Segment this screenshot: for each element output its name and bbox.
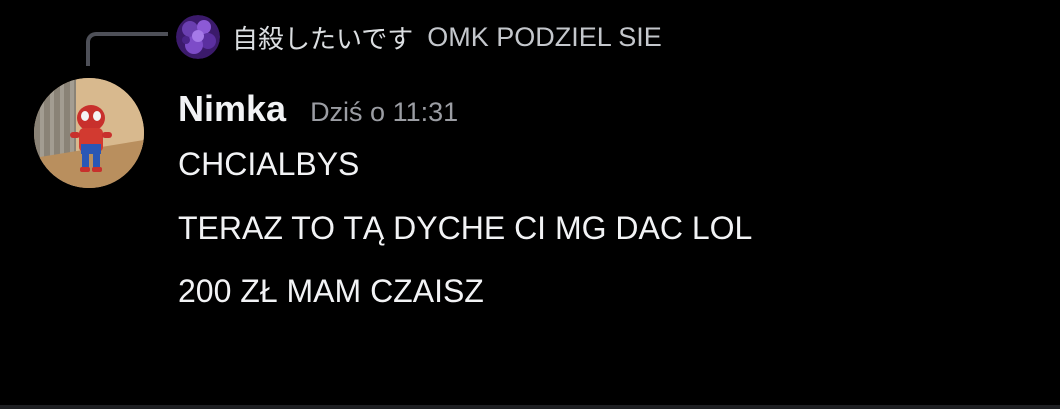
reply-preview[interactable]: 自殺したいです OMK PODZIEL SIE [176,14,662,60]
message-text-line: CHCIALBYS [178,146,360,182]
purple-avatar-icon[interactable] [176,15,220,59]
reply-username[interactable]: 自殺したいです [232,19,413,56]
username[interactable]: Nimka [178,88,286,130]
message-text-line: 200 ZŁ MAM CZAISZ [178,273,484,309]
divider [0,405,1060,409]
chat-message-group: 自殺したいです OMK PODZIEL SIE Nimka Dziś o 11:… [0,0,1060,409]
message-header: Nimka Dziś o 11:31 [178,88,458,130]
spiderman-figure-avatar-icon [34,78,144,188]
reply-text[interactable]: OMK PODZIEL SIE [427,22,662,53]
reply-spine [86,32,168,66]
user-avatar[interactable] [34,78,144,188]
message-text-line: TERAZ TO TĄ DYCHE CI MG DAC LOL [178,210,753,246]
timestamp: Dziś o 11:31 [310,97,459,127]
